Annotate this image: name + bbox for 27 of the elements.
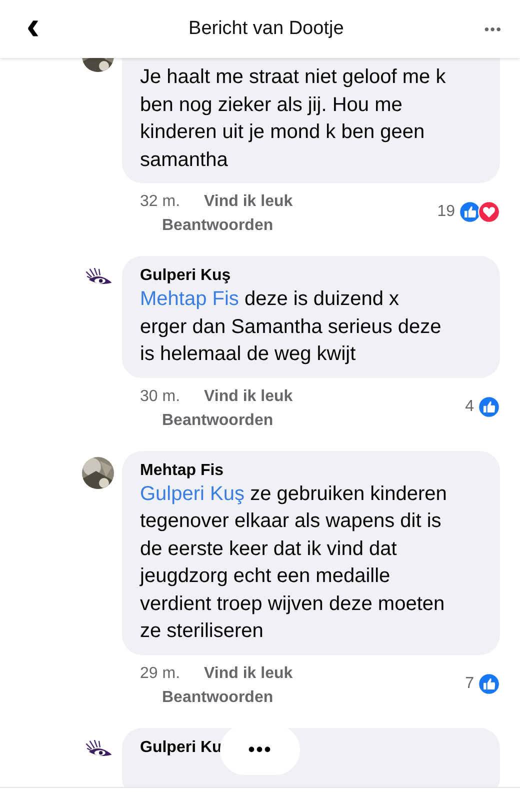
like-link[interactable]: Vind ik leuk [204, 662, 293, 684]
comment-text: Mehtap Fis deze is duizend x erger dan Samantha serieus deze is helemaal de weg kwijt [140, 287, 442, 367]
mention-link[interactable]: Gulperi Kuş [140, 482, 244, 504]
reply-link[interactable]: Beantwoorden [162, 410, 274, 432]
reply-link[interactable]: Beantwoorden [162, 686, 274, 708]
thumbs-up-icon [478, 672, 500, 694]
comment-text: Je haalt me straat niet geloof me k ben nog zieker als jij. Hou me kinderen uit je mond k ben geen samantha [140, 65, 447, 172]
reaction-count: 4 [465, 398, 474, 416]
page-title: Bericht van Dootje [188, 18, 344, 40]
reaction-count: 19 [437, 203, 455, 221]
thumbs-up-icon [478, 396, 500, 418]
comment-author[interactable]: Gulperi Kuş [140, 267, 231, 285]
comment-text: Gulperi Kuş ze gebruiken kinderen tegenover elkaar als wapens dit is de eerste keer dat ik vind dat jeugdzorg echt een medaille verdient troep wijven deze moeten ze steriliseren [140, 482, 448, 644]
reaction-count: 7 [465, 674, 474, 692]
like-link[interactable]: Vind ik leuk [204, 386, 293, 408]
comment-author[interactable]: Mehtap Fis [140, 462, 224, 480]
comment-time: 32 m. [140, 192, 180, 212]
like-link[interactable]: Vind ik leuk [204, 191, 293, 213]
comment-author[interactable]: Gulperi Ku [140, 738, 222, 756]
back-button[interactable]: ‹ [18, 6, 48, 46]
thumbs-up-icon [459, 201, 481, 223]
mention-link[interactable]: Mehtap Fis [140, 288, 239, 310]
comment-time: 29 m. [140, 664, 180, 684]
more-comments-button[interactable]: ••• [220, 725, 300, 775]
comment-time: 30 m. [140, 386, 180, 406]
more-button[interactable]: ••• [484, 21, 502, 37]
reply-link[interactable]: Beantwoorden [162, 215, 274, 237]
